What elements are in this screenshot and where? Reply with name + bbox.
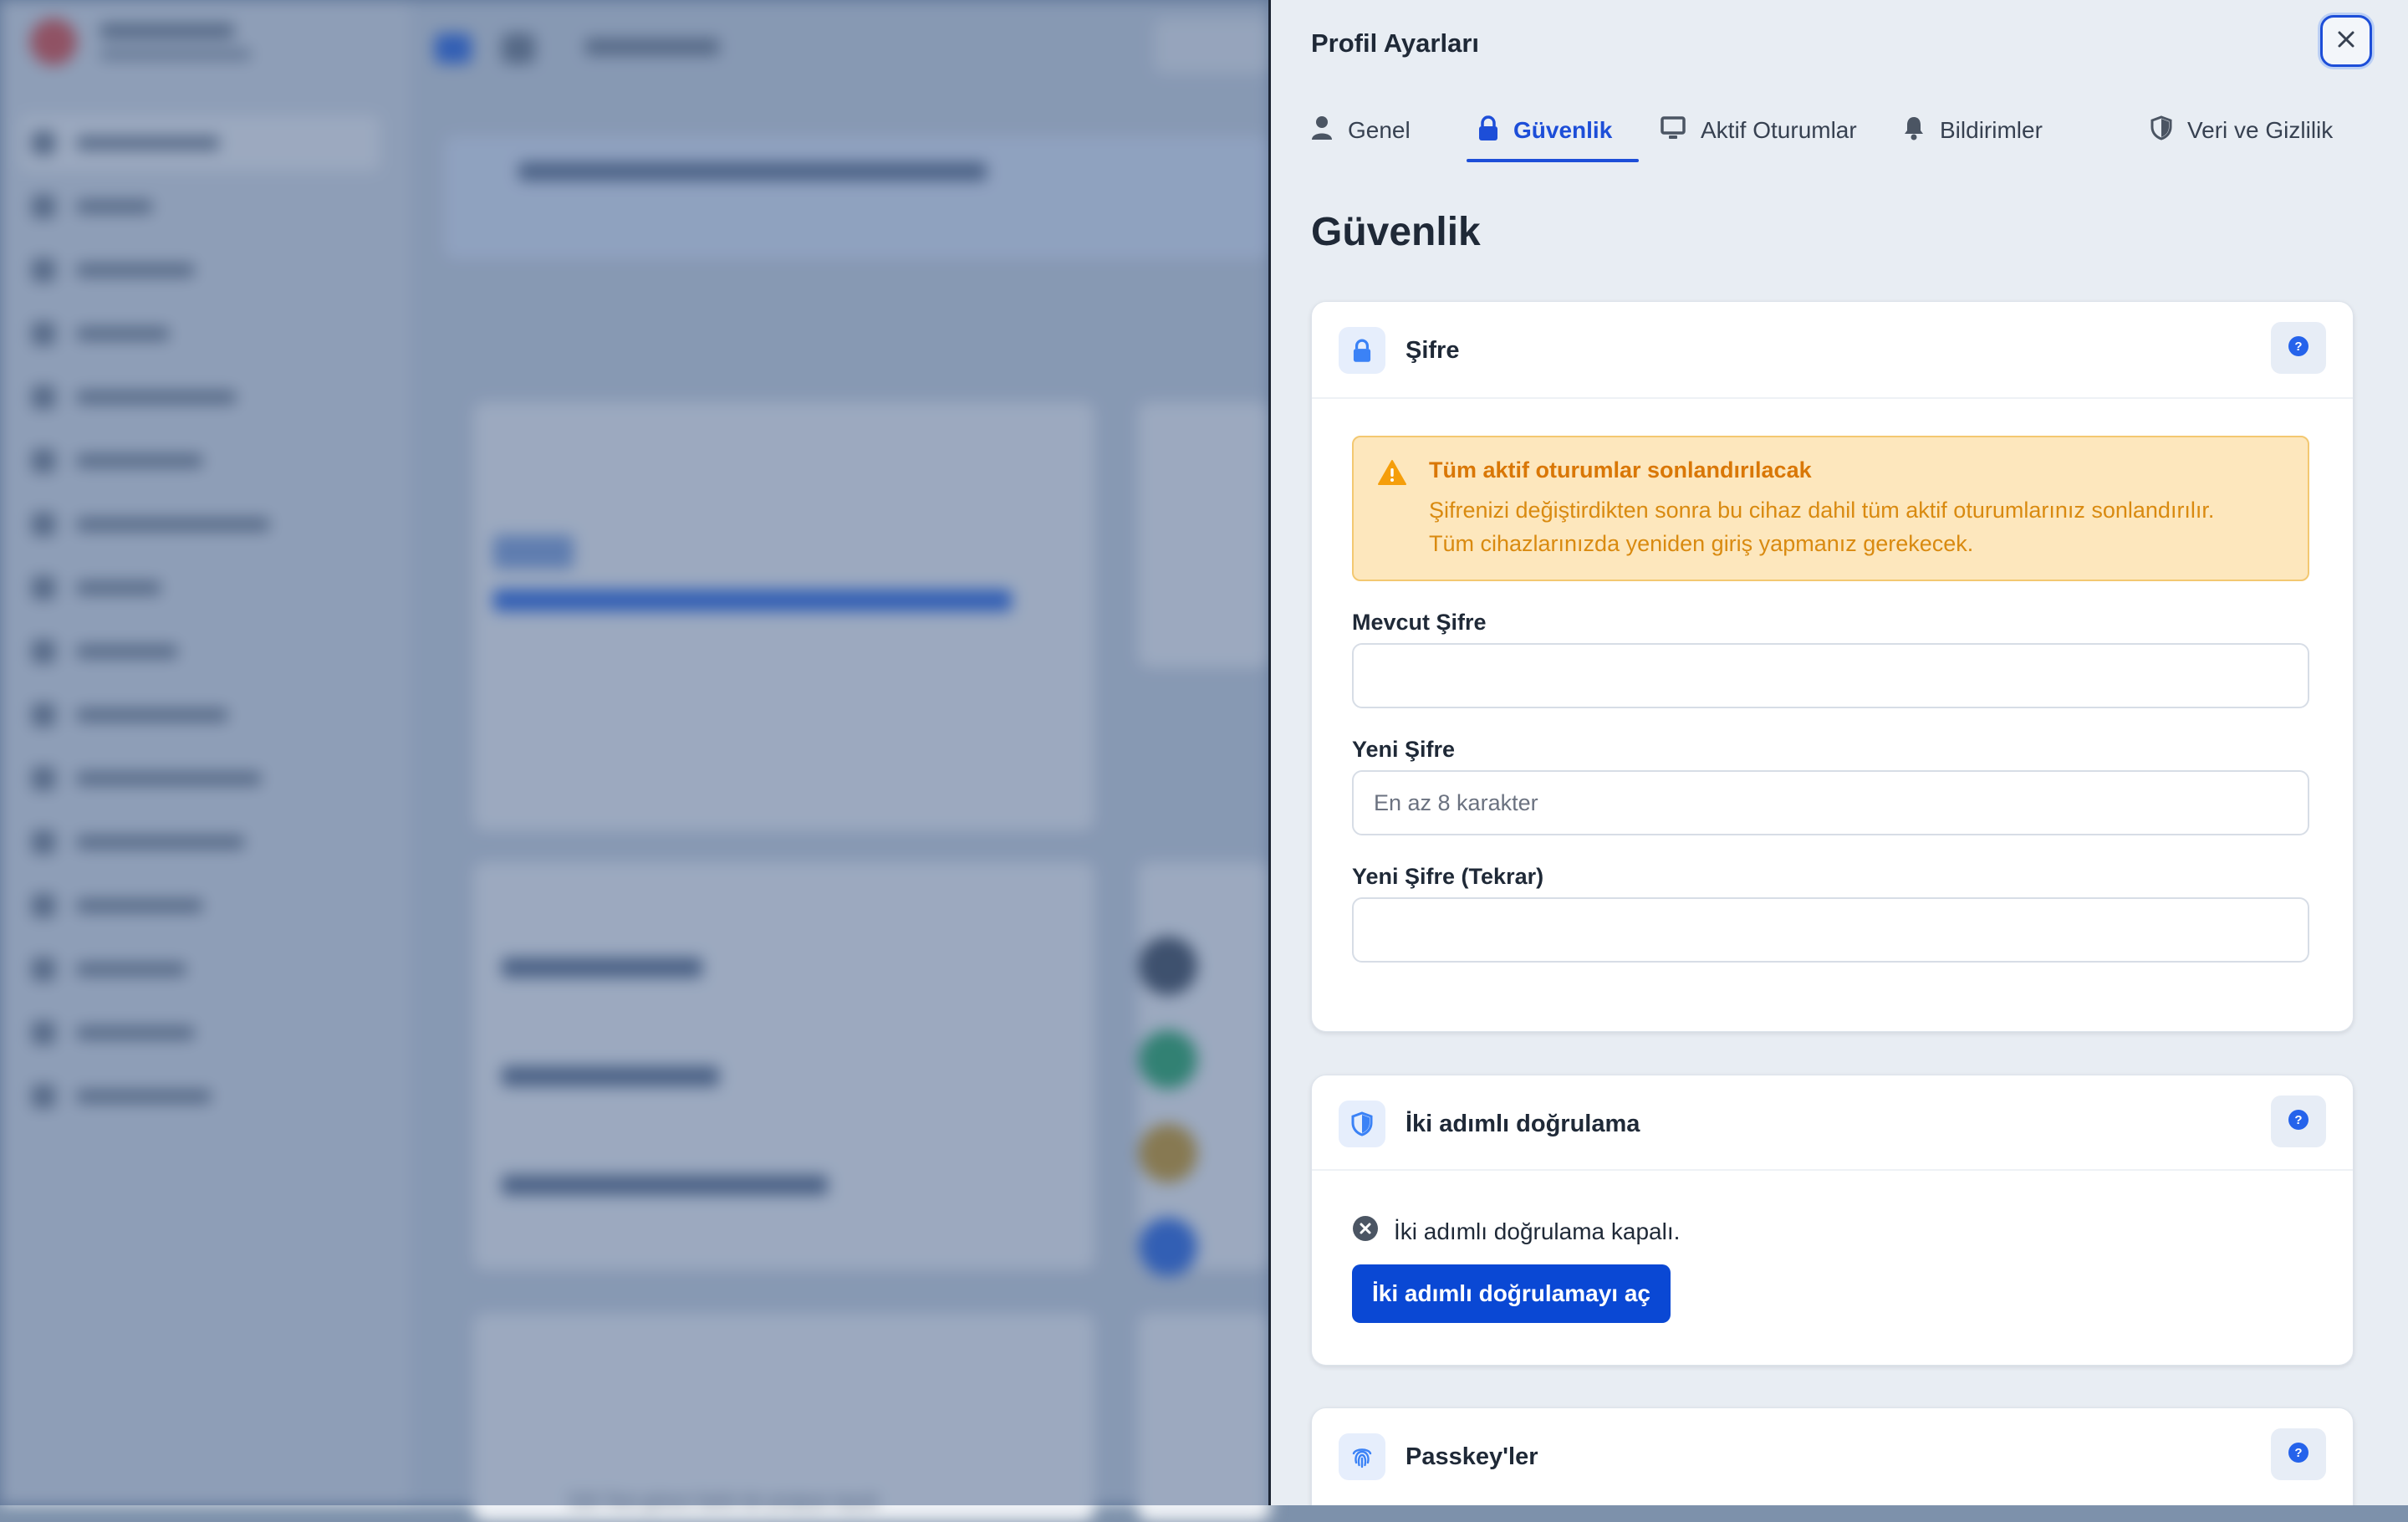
passkeys-card-header: Passkey'ler ?: [1312, 1408, 2353, 1504]
modal-backdrop[interactable]: [0, 0, 1271, 1505]
password-card-header: Şifre ?: [1312, 302, 2353, 399]
user-icon: [1311, 115, 1333, 146]
alert-title: Tüm aktif oturumlar sonlandırılacak: [1429, 457, 1812, 483]
tab-label: Bildirimler: [1940, 117, 2043, 143]
enable-two-factor-button[interactable]: İki adımlı doğrulamayı aç: [1352, 1264, 1671, 1323]
two-factor-card-title: İki adımlı doğrulama: [1406, 1111, 1640, 1137]
tab-guvenlik[interactable]: Güvenlik: [1467, 97, 1612, 164]
passkeys-help-button[interactable]: ?: [2271, 1428, 2326, 1480]
new-password-input[interactable]: [1352, 770, 2309, 835]
section-title: Güvenlik: [1311, 210, 1481, 254]
current-password-input[interactable]: [1352, 643, 2309, 708]
password-card: Şifre ? Tüm aktif oturumlar sonlandırıla…: [1311, 301, 2354, 1032]
password-help-button[interactable]: ?: [2271, 322, 2326, 374]
passkeys-card: Passkey'ler ?: [1311, 1407, 2354, 1505]
tab-veri-ve-gizlilik[interactable]: Veri ve Gizlilik: [2150, 97, 2333, 164]
shield-icon: [1339, 1101, 1385, 1147]
tab-label: Aktif Oturumlar: [1701, 117, 1857, 143]
new-password-label: Yeni Şifre: [1352, 737, 1456, 762]
two-factor-status: İki adımlı doğrulama kapalı.: [1352, 1215, 1680, 1248]
bell-icon: [1903, 115, 1925, 146]
close-button[interactable]: [2320, 15, 2372, 67]
shield-icon: [2150, 115, 2172, 146]
confirm-password-input[interactable]: [1352, 897, 2309, 963]
active-tab-indicator: [1467, 159, 1639, 162]
current-password-label: Mevcut Şifre: [1352, 610, 1487, 635]
tab-bildirimler[interactable]: Bildirimler: [1903, 97, 2043, 164]
tab-label: Güvenlik: [1513, 117, 1613, 143]
close-icon: [2334, 28, 2358, 55]
help-icon: ?: [2288, 335, 2309, 361]
svg-text:?: ?: [2294, 340, 2302, 354]
svg-text:?: ?: [2294, 1446, 2302, 1460]
alert-line-2: Tüm cihazlarınızda yeniden giriş yapmanı…: [1429, 531, 1974, 556]
fingerprint-icon: [1339, 1433, 1385, 1480]
two-factor-card: İki adımlı doğrulama ? İki adımlı doğrul…: [1311, 1075, 2354, 1366]
passkeys-card-title: Passkey'ler: [1406, 1443, 1538, 1470]
lock-icon: [1478, 115, 1498, 146]
warning-icon: [1377, 459, 1407, 490]
confirm-password-label: Yeni Şifre (Tekrar): [1352, 864, 1544, 889]
profile-settings-panel: Profil Ayarları Genel Güvenlik Aktif Otu…: [1268, 0, 2408, 1505]
tab-label: Genel: [1348, 117, 1411, 143]
settings-tabs: Genel Güvenlik Aktif Oturumlar Bildiriml…: [1311, 97, 2408, 164]
tab-label: Veri ve Gizlilik: [2187, 117, 2334, 143]
panel-title: Profil Ayarları: [1311, 28, 1480, 58]
tab-aktif-oturumlar[interactable]: Aktif Oturumlar: [1661, 97, 1857, 164]
session-warning-alert: Tüm aktif oturumlar sonlandırılacak Şifr…: [1352, 436, 2309, 581]
two-factor-card-header: İki adımlı doğrulama ?: [1312, 1075, 2353, 1171]
lock-icon: [1339, 327, 1385, 374]
help-icon: ?: [2288, 1442, 2309, 1468]
tab-genel[interactable]: Genel: [1311, 97, 1411, 164]
help-icon: ?: [2288, 1109, 2309, 1135]
x-circle-icon: [1352, 1215, 1379, 1248]
svg-text:?: ?: [2294, 1113, 2302, 1127]
monitor-icon: [1661, 115, 1686, 146]
alert-line-1: Şifrenizi değiştirdikten sonra bu cihaz …: [1429, 498, 2215, 523]
two-factor-status-text: İki adımlı doğrulama kapalı.: [1394, 1218, 1681, 1244]
two-factor-help-button[interactable]: ?: [2271, 1096, 2326, 1147]
password-card-title: Şifre: [1406, 337, 1460, 364]
